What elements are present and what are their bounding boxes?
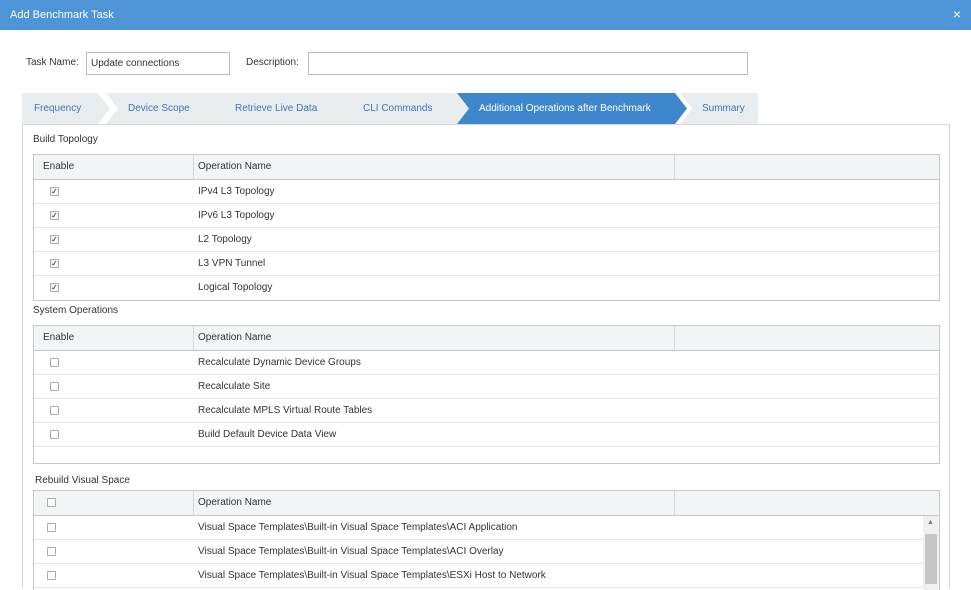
scrollbar-thumb[interactable] — [925, 534, 937, 584]
tab-device-scope[interactable]: Device Scope — [106, 93, 236, 124]
dialog-title: Add Benchmark Task — [10, 9, 114, 21]
operation-name: IPv4 L3 Topology — [198, 186, 275, 197]
column-divider — [674, 155, 675, 179]
table-row[interactable]: ✓ L3 VPN Tunnel — [34, 252, 939, 276]
tab-retrieve-live-data[interactable]: Retrieve Live Data — [213, 93, 361, 124]
column-enable: Enable — [43, 161, 75, 172]
table-row[interactable]: Visual Space Templates\Built-in Visual S… — [34, 564, 923, 588]
column-divider — [193, 326, 194, 350]
wizard-tabs: Frequency Device Scope Retrieve Live Dat… — [22, 93, 758, 124]
description-label: Description: — [246, 57, 299, 68]
operations-panel: Build Topology Enable Operation Name ✓ I… — [22, 124, 950, 590]
enable-checkbox[interactable] — [50, 430, 59, 439]
enable-checkbox[interactable]: ✓ — [50, 283, 59, 292]
table-row[interactable]: ✓ IPv6 L3 Topology — [34, 204, 939, 228]
enable-checkbox[interactable]: ✓ — [50, 187, 59, 196]
operation-name: Logical Topology — [198, 282, 273, 293]
column-divider — [193, 155, 194, 179]
column-enable: Enable — [43, 332, 75, 343]
select-all-checkbox[interactable] — [47, 498, 56, 507]
operation-name: Recalculate Site — [198, 381, 271, 392]
operation-name: Visual Space Templates\Built-in Visual S… — [198, 570, 546, 581]
enable-checkbox[interactable] — [50, 358, 59, 367]
system-operations-title: System Operations — [33, 305, 119, 316]
table-row[interactable]: Visual Space Templates\Built-in Visual S… — [34, 540, 923, 564]
vertical-scrollbar[interactable]: ▲ — [923, 516, 939, 590]
table-row[interactable]: ✓ IPv4 L3 Topology — [34, 180, 939, 204]
enable-checkbox[interactable] — [47, 571, 56, 580]
operation-name: L3 VPN Tunnel — [198, 258, 266, 269]
task-name-label: Task Name: — [26, 57, 79, 68]
enable-checkbox[interactable] — [50, 382, 59, 391]
operation-name: Build Default Device Data View — [198, 429, 337, 440]
operation-name: Recalculate Dynamic Device Groups — [198, 357, 361, 368]
system-operations-grid: Enable Operation Name Recalculate Dynami… — [33, 325, 940, 464]
grid-header: Enable Operation Name — [34, 155, 939, 180]
enable-checkbox[interactable] — [47, 523, 56, 532]
close-icon[interactable]: × — [953, 6, 961, 22]
enable-checkbox[interactable]: ✓ — [50, 211, 59, 220]
table-row[interactable]: Build Default Device Data View — [34, 423, 939, 447]
enable-checkbox[interactable]: ✓ — [50, 259, 59, 268]
column-divider — [674, 326, 675, 350]
operation-name: IPv6 L3 Topology — [198, 210, 275, 221]
tab-cli-commands[interactable]: CLI Commands — [341, 93, 479, 124]
column-operation-name: Operation Name — [198, 161, 272, 172]
tab-summary[interactable]: Summary — [680, 93, 758, 124]
operation-name: Recalculate MPLS Virtual Route Tables — [198, 405, 373, 416]
grid-header: Enable Operation Name — [34, 326, 939, 351]
operation-name: L2 Topology — [198, 234, 252, 245]
column-divider — [674, 491, 675, 515]
table-row[interactable]: Visual Space Templates\Built-in Visual S… — [34, 516, 923, 540]
column-divider — [193, 491, 194, 515]
table-row[interactable]: ✓ L2 Topology — [34, 228, 939, 252]
enable-checkbox[interactable]: ✓ — [50, 235, 59, 244]
tab-additional-operations[interactable]: Additional Operations after Benchmark — [457, 93, 687, 124]
table-row[interactable]: Recalculate MPLS Virtual Route Tables — [34, 399, 939, 423]
build-topology-grid: Enable Operation Name ✓ IPv4 L3 Topology… — [33, 154, 940, 301]
grid-header: Operation Name — [34, 491, 939, 516]
operation-name: Visual Space Templates\Built-in Visual S… — [198, 546, 504, 557]
column-operation-name: Operation Name — [198, 332, 272, 343]
operation-name: Visual Space Templates\Built-in Visual S… — [198, 522, 518, 533]
scroll-up-icon[interactable]: ▲ — [927, 519, 934, 526]
enable-checkbox[interactable] — [50, 406, 59, 415]
description-input[interactable] — [308, 52, 748, 75]
enable-checkbox[interactable] — [47, 547, 56, 556]
tab-frequency[interactable]: Frequency — [22, 93, 110, 124]
rebuild-visual-space-title: Rebuild Visual Space — [35, 475, 130, 486]
table-row[interactable]: Recalculate Site — [34, 375, 939, 399]
dialog-titlebar: Add Benchmark Task × — [0, 0, 971, 30]
table-row[interactable]: ✓ Logical Topology — [34, 276, 939, 300]
build-topology-title: Build Topology — [33, 134, 98, 145]
column-operation-name: Operation Name — [198, 497, 272, 508]
rebuild-visual-space-grid: Operation Name Visual Space Templates\Bu… — [33, 490, 940, 590]
task-name-input[interactable] — [86, 52, 230, 75]
table-row[interactable]: Recalculate Dynamic Device Groups — [34, 351, 939, 375]
